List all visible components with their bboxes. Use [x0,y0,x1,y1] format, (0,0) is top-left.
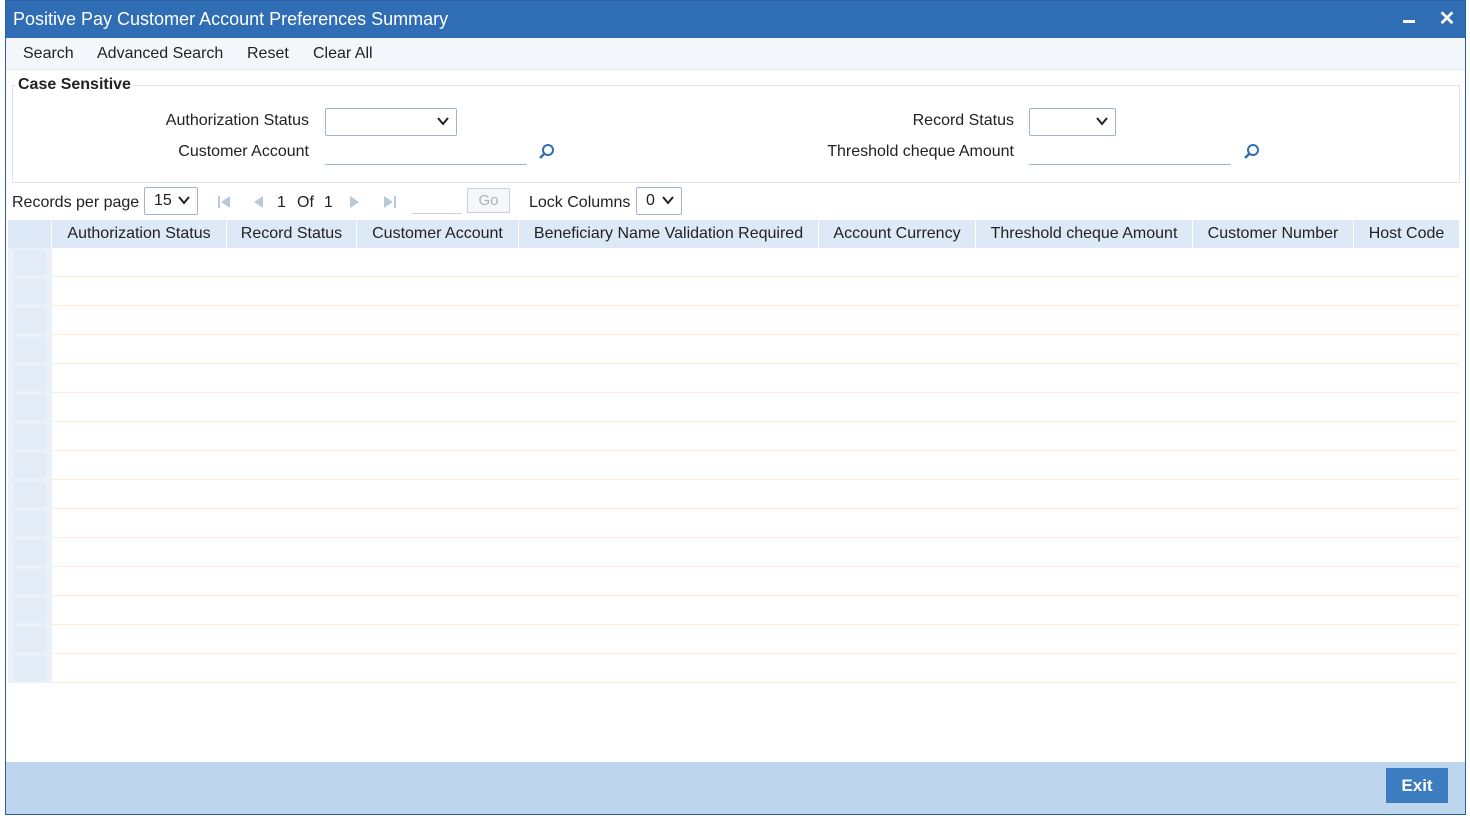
row-selector[interactable] [14,598,46,623]
row-selector[interactable] [14,366,46,391]
table-row[interactable] [52,393,1459,422]
of-label: Of [297,194,314,211]
goto-page-input[interactable] [412,188,462,214]
chevron-down-icon [662,196,674,205]
table-row[interactable] [52,509,1459,538]
close-button[interactable]: ✕ [1435,7,1459,31]
reset-button[interactable]: Reset [247,45,289,63]
records-per-page-value: 15 [154,192,172,209]
row-selector[interactable] [14,250,46,275]
table-row[interactable] [52,364,1459,393]
customer-account-label: Customer Account [178,143,309,160]
minimize-button[interactable] [1397,7,1421,31]
chevron-down-icon [178,196,190,205]
footer-bar: Exit [6,762,1465,814]
search-criteria-panel [12,85,1460,183]
chevron-down-icon [1096,117,1108,126]
table-row[interactable] [52,335,1459,364]
go-button[interactable]: Go [467,188,510,213]
records-per-page-label: Records per page [12,194,140,211]
table-row[interactable] [52,248,1459,277]
table-row[interactable] [52,277,1459,306]
column-header[interactable]: Account Currency [819,220,976,248]
row-selector[interactable] [14,627,46,652]
column-header[interactable]: Authorization Status [52,220,227,248]
column-header[interactable]: Threshold cheque Amount [976,220,1193,248]
threshold-amount-input[interactable] [1029,139,1231,165]
row-selector[interactable] [14,511,46,536]
customer-account-input[interactable] [325,139,527,165]
row-selector[interactable] [14,540,46,565]
table-row[interactable] [52,538,1459,567]
title-bar: Positive Pay Customer Account Preference… [6,1,1465,38]
row-selector[interactable] [14,308,46,333]
results-grid: Authorization Status Record Status Custo… [8,220,1459,685]
previous-page-icon[interactable] [250,194,266,210]
row-selector[interactable] [14,337,46,362]
table-row[interactable] [52,422,1459,451]
clear-all-button[interactable]: Clear All [313,45,373,63]
lock-columns-label: Lock Columns [529,194,631,211]
last-page-icon[interactable] [382,194,398,210]
column-header[interactable]: Record Status [227,220,357,248]
lock-columns-value: 0 [646,192,655,209]
row-selector[interactable] [14,569,46,594]
row-selector[interactable] [14,482,46,507]
authorization-status-select[interactable] [325,108,457,136]
table-row[interactable] [52,306,1459,335]
case-sensitive-legend: Case Sensitive [16,76,133,94]
first-page-icon[interactable] [216,194,232,210]
row-selector[interactable] [14,453,46,478]
row-selector[interactable] [14,656,46,681]
table-row[interactable] [52,480,1459,509]
record-status-select[interactable] [1029,108,1116,136]
chevron-down-icon [437,117,449,126]
table-row[interactable] [52,451,1459,480]
table-row[interactable] [52,625,1459,654]
column-header[interactable]: Beneficiary Name Validation Required [519,220,819,248]
records-per-page-select[interactable]: 15 [144,187,198,215]
grid-header: Authorization Status Record Status Custo… [8,220,1459,248]
record-status-label: Record Status [912,112,1014,129]
select-all-header[interactable] [8,220,52,248]
column-header[interactable]: Customer Account [357,220,519,248]
table-row[interactable] [52,567,1459,596]
row-selector[interactable] [14,279,46,304]
lock-columns-select[interactable]: 0 [636,187,682,215]
row-selector[interactable] [14,395,46,420]
next-page-icon[interactable] [347,194,363,210]
total-pages: 1 [324,194,333,211]
table-row[interactable] [52,596,1459,625]
minimize-icon [1403,20,1415,23]
threshold-amount-label: Threshold cheque Amount [827,143,1014,160]
menu-bar: Search Advanced Search Reset Clear All [6,38,1465,70]
search-icon[interactable] [1243,143,1261,161]
column-header[interactable]: Customer Number [1193,220,1354,248]
search-icon[interactable] [538,143,556,161]
column-header[interactable]: Host Code [1354,220,1459,248]
table-row[interactable] [52,654,1459,683]
row-selector[interactable] [14,424,46,449]
window-title: Positive Pay Customer Account Preference… [13,9,449,29]
close-icon: ✕ [1438,8,1456,30]
search-button[interactable]: Search [23,45,74,63]
authorization-status-label: Authorization Status [165,112,309,129]
summary-window: Positive Pay Customer Account Preference… [5,0,1466,815]
advanced-search-button[interactable]: Advanced Search [97,45,223,63]
current-page: 1 [277,194,286,211]
exit-button[interactable]: Exit [1386,768,1448,803]
pagination-bar: Records per page 15 1 Of 1 Go Lock Colum… [6,186,1465,218]
